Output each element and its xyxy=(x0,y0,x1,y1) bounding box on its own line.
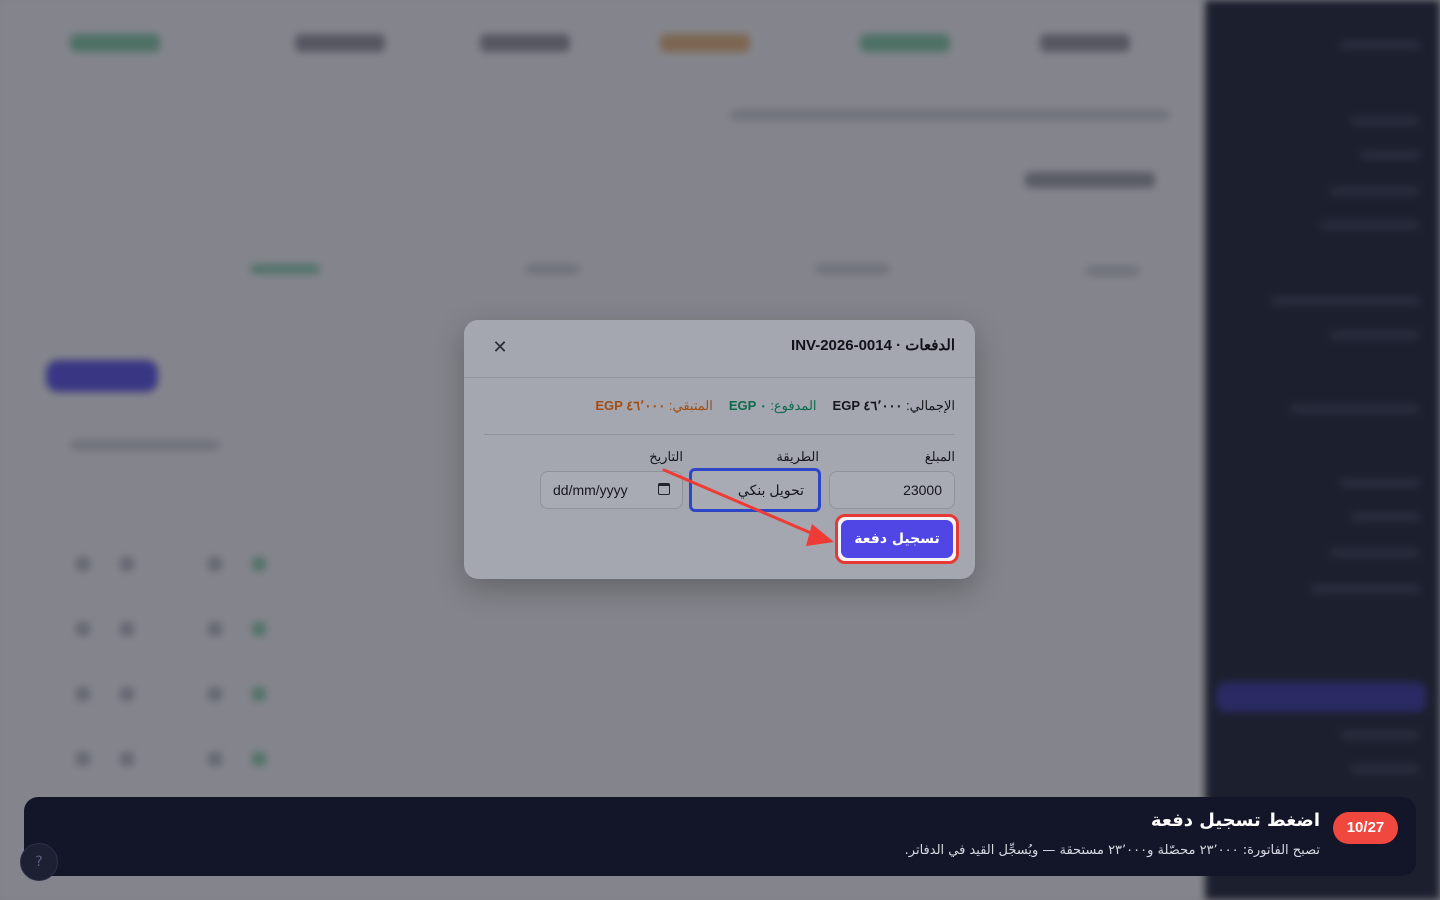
step-counter-badge: 10/27 xyxy=(1333,812,1398,844)
payments-modal: الدفعات · INV-2026-0014 ✕ الإجمالي: EGP … xyxy=(464,320,975,579)
total-value: EGP ٤٦٬٠٠٠ xyxy=(832,398,903,413)
close-icon[interactable]: ✕ xyxy=(490,338,510,358)
method-label: الطريقة xyxy=(776,449,819,464)
paid-label: المدفوع: xyxy=(770,398,817,413)
record-payment-button[interactable]: تسجيل دفعة xyxy=(841,520,953,558)
modal-title: الدفعات · INV-2026-0014 xyxy=(791,337,955,354)
divider xyxy=(484,434,955,435)
remaining-label: المتبقي: xyxy=(668,398,713,413)
total-summary: الإجمالي: EGP ٤٦٬٠٠٠ xyxy=(833,398,955,414)
amount-label: المبلغ xyxy=(924,449,955,464)
total-label: الإجمالي: xyxy=(906,398,955,413)
date-input[interactable]: dd/mm/yyyy xyxy=(540,471,683,509)
submit-highlight: تسجيل دفعة xyxy=(835,514,959,564)
payment-totals: الإجمالي: EGP ٤٦٬٠٠٠ المدفوع: EGP ٠ المت… xyxy=(595,398,955,414)
amount-input[interactable]: 23000 xyxy=(829,471,955,509)
paid-summary: المدفوع: EGP ٠ xyxy=(729,398,817,414)
remaining-value: EGP ٤٦٬٠٠٠ xyxy=(595,398,666,413)
remaining-summary: المتبقي: EGP ٤٦٬٠٠٠ xyxy=(595,398,712,414)
help-icon[interactable]: ? xyxy=(20,843,58,881)
modal-header: الدفعات · INV-2026-0014 ✕ xyxy=(464,320,975,378)
date-placeholder: dd/mm/yyyy xyxy=(553,482,628,498)
tour-title: اضغط تسجيل دفعة xyxy=(1150,810,1320,831)
paid-value: EGP ٠ xyxy=(728,398,767,413)
date-label: التاريخ xyxy=(649,449,683,464)
tour-panel: 10/27 اضغط تسجيل دفعة تصبح الفاتورة: ٢٣٬… xyxy=(24,797,1416,876)
calendar-icon[interactable] xyxy=(658,483,670,495)
tour-description: تصبح الفاتورة: ٢٣٬٠٠٠ محصّلة و٢٣٬٠٠٠ مست… xyxy=(904,843,1320,858)
method-select[interactable]: تحويل بنكي xyxy=(689,468,821,512)
